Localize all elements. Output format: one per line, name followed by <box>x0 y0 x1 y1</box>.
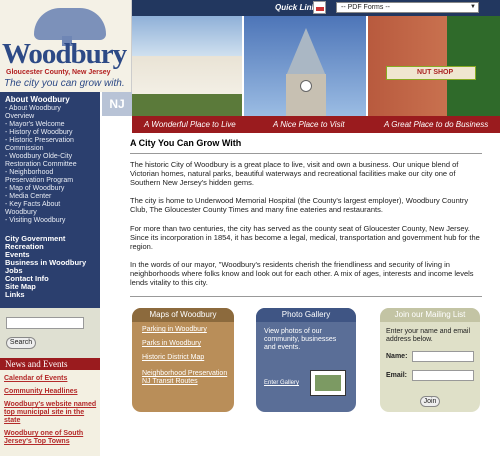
banner-strip: A Wonderful Place to Live A Nice Place t… <box>132 116 500 133</box>
nav-links[interactable]: Links <box>0 291 100 299</box>
name-field[interactable] <box>412 351 474 362</box>
email-field[interactable] <box>412 370 474 381</box>
pdf-forms-select-value: -- PDF Forms -- <box>341 4 390 11</box>
map-link[interactable]: Neighborhood Preservation <box>142 370 227 377</box>
history-paragraph: For more than two centuries, the city ha… <box>130 224 480 251</box>
shop-awning: NUT SHOP <box>386 66 476 80</box>
site-logo[interactable]: Woodbury Gloucester County, New Jersey T… <box>0 0 132 92</box>
map-link[interactable]: Historic District Map <box>142 354 204 361</box>
banner-visit: A Nice Place to Visit <box>273 120 345 129</box>
news-item[interactable]: Woodbury one of South Jersey's Top Towns <box>0 430 100 446</box>
logo-name: Woodbury <box>2 38 127 70</box>
sidebar-item[interactable]: - Mayor's Welcome <box>0 121 100 129</box>
gallery-box: Photo Gallery View photos of our communi… <box>256 308 356 412</box>
sidebar-item[interactable]: Commission <box>0 145 100 153</box>
sidebar-item[interactable]: - Key Facts About <box>0 201 100 209</box>
sidebar-item[interactable]: - Map of Woodbury <box>0 185 100 193</box>
gallery-thumbnail[interactable] <box>310 370 346 396</box>
divider <box>130 153 482 154</box>
gallery-box-title: Photo Gallery <box>256 308 356 322</box>
tagline: The city you can grow with. <box>4 78 125 89</box>
name-label: Name: <box>386 353 408 360</box>
chevron-down-icon[interactable]: ▼ <box>470 3 476 12</box>
sidebar-item[interactable]: - Historic Preservation <box>0 137 100 145</box>
spire-shape <box>286 28 326 76</box>
email-label: Email: <box>386 372 408 379</box>
search-button[interactable]: Search <box>6 337 36 349</box>
sidebar-item[interactable]: Restoration Committee <box>0 161 100 169</box>
maps-box-title: Maps of Woodbury <box>132 308 234 322</box>
sidebar: About Woodbury - About Woodbury Overview… <box>0 92 100 308</box>
divider <box>130 296 482 297</box>
sidebar-item[interactable]: - Woodbury Olde-City <box>0 153 100 161</box>
pdf-icon <box>313 1 326 14</box>
mailing-box-title: Join our Mailing List <box>380 308 480 322</box>
sidebar-item[interactable]: - Visiting Woodbury <box>0 217 100 225</box>
join-button[interactable]: Join <box>420 396 440 407</box>
sidebar-item[interactable]: Overview <box>0 113 100 121</box>
page-title: A City You Can Grow With <box>130 138 242 148</box>
intro-paragraph: The historic City of Woodbury is a great… <box>130 160 459 187</box>
sidebar-item[interactable]: - Media Center <box>0 193 100 201</box>
banner-business: A Great Place to do Business <box>384 120 489 129</box>
victorian-house-photo <box>132 16 242 116</box>
maps-box: Maps of Woodbury Parking in Woodbury Par… <box>132 308 234 412</box>
news-item[interactable]: Community Headlines <box>0 388 100 396</box>
gallery-text: View photos of our community, businesses… <box>264 328 337 351</box>
news-item[interactable]: Calendar of Events <box>0 375 100 383</box>
logo-subtitle: Gloucester County, New Jersey <box>6 69 111 76</box>
mailing-box: Join our Mailing List Enter your name an… <box>380 308 480 412</box>
enter-gallery-link[interactable]: Enter Gallery <box>264 380 299 386</box>
clock-icon <box>300 80 312 92</box>
sidebar-heading[interactable]: About Woodbury <box>0 92 100 105</box>
sidebar-item[interactable]: - History of Woodbury <box>0 129 100 137</box>
shop-sign-text: NUT SHOP <box>417 69 454 76</box>
banner-live: A Wonderful Place to Live <box>144 120 236 129</box>
map-link[interactable]: Parking in Woodbury <box>142 326 207 333</box>
sidebar-item[interactable]: Woodbury <box>0 209 100 217</box>
news-item[interactable]: Woodbury's website named top municipal s… <box>0 401 100 425</box>
sidebar-item[interactable]: - Neighborhood <box>0 169 100 177</box>
home-paragraph: The city is home to Underwood Memorial H… <box>130 196 469 214</box>
sidebar-item[interactable]: - About Woodbury <box>0 105 100 113</box>
sidebar-item[interactable]: Preservation Program <box>0 177 100 185</box>
map-link[interactable]: Parks in Woodbury <box>142 340 201 347</box>
pdf-forms-select[interactable]: -- PDF Forms -- ▼ <box>336 2 479 13</box>
mayor-paragraph: In the words of our mayor, "Woodbury's r… <box>130 260 474 287</box>
mailing-text: Enter your name and email address below. <box>386 328 471 343</box>
search-panel: Search <box>0 308 100 358</box>
news-list: Calendar of Events Community Headlines W… <box>0 370 100 456</box>
search-input[interactable] <box>6 317 84 329</box>
news-heading: News and Events <box>0 358 100 370</box>
nj-mark: NJ <box>102 92 132 116</box>
map-link[interactable]: NJ Transit Routes <box>142 378 198 385</box>
